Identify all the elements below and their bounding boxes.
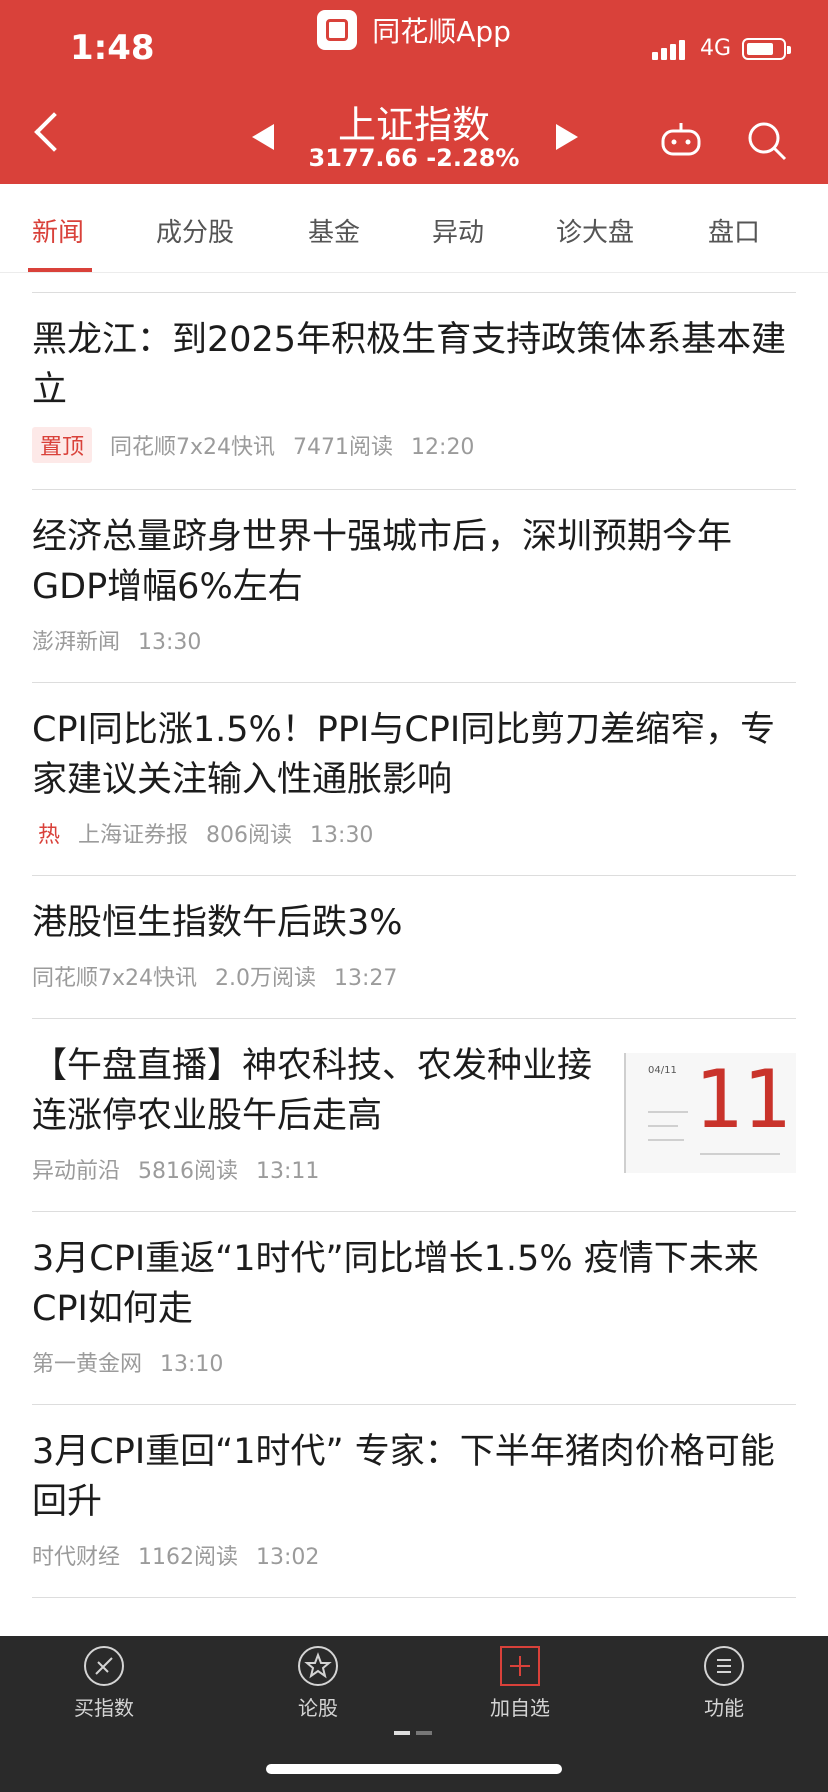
news-item[interactable]: CPI同比涨1.5%！PPI与CPI同比剪刀差缩窄，专家建议关注输入性通胀影响 … [32, 682, 796, 875]
thumbnail-stroke [700, 1153, 780, 1155]
page-indicator [394, 1720, 438, 1739]
thumbnail-stroke [648, 1139, 684, 1141]
news-time: 13:10 [160, 1352, 224, 1377]
index-quote: 3177.66 -2.28% [308, 144, 520, 172]
news-meta: 时代财经 1162阅读 13:02 [32, 1527, 796, 1597]
news-reads: 2.0万阅读 [215, 966, 317, 991]
header: 1:48 同花顺App 4G 上证指数 3177.66 -2.28% [0, 0, 828, 184]
menu-icon [704, 1646, 744, 1686]
news-item[interactable]: 3月CPI重回“1时代” 专家：下半年猪肉价格可能回升 时代财经 1162阅读 13… [32, 1404, 796, 1598]
news-list: 黑龙江：到2025年积极生育支持政策体系基本建立 置顶 同花顺7x24快讯 7471… [0, 292, 828, 1598]
tab-bar: 新闻 成分股 基金 异动 诊大盘 盘口 [0, 184, 828, 273]
news-title: 3月CPI重回“1时代” 专家：下半年猪肉价格可能回升 [32, 1432, 775, 1522]
nav-discuss[interactable]: 论股 [248, 1646, 388, 1721]
nav-label: 功能 [704, 1696, 744, 1720]
app-logo-icon [317, 10, 358, 50]
news-time: 13:02 [256, 1545, 320, 1570]
robot-icon[interactable] [660, 122, 702, 156]
news-reads: 7471阅读 [293, 435, 394, 460]
news-title: 【午盘直播】神农科技、农发种业接连涨停农业股午后走高 [32, 1046, 593, 1136]
thumbnail-stroke [648, 1111, 688, 1113]
news-meta: 热上海证券报 806阅读 13:30 [32, 805, 796, 875]
news-reads: 5816阅读 [138, 1159, 239, 1184]
news-item[interactable]: 3月CPI重返“1时代”同比增长1.5% 疫情下未来CPI如何走 第一黄金网 13… [32, 1211, 796, 1404]
thumbnail-date: 04/11 [648, 1065, 677, 1076]
pinned-badge: 置顶 [32, 427, 93, 463]
index-title: 上证指数 [337, 103, 490, 147]
add-watchlist-icon [500, 1646, 540, 1686]
discuss-icon [298, 1646, 338, 1686]
nav-buy-index[interactable]: 买指数 [34, 1646, 174, 1721]
tab-diagnosis[interactable]: 诊大盘 [556, 212, 634, 249]
news-time: 13:11 [256, 1159, 320, 1184]
hot-badge: 热 [38, 823, 61, 848]
thumbnail-stroke [648, 1125, 678, 1127]
news-meta: 同花顺7x24快讯 2.0万阅读 13:27 [32, 948, 796, 1018]
tab-funds[interactable]: 基金 [308, 212, 360, 249]
news-time: 13:30 [310, 823, 374, 848]
news-source: 同花顺7x24快讯 [32, 966, 198, 991]
news-source: 澎湃新闻 [32, 630, 121, 655]
next-index-icon[interactable] [556, 124, 578, 150]
tab-movers[interactable]: 异动 [432, 212, 484, 249]
news-item[interactable]: 黑龙江：到2025年积极生育支持政策体系基本建立 置顶 同花顺7x24快讯 7471… [32, 292, 796, 489]
news-title: 港股恒生指数午后跌3% [32, 903, 403, 943]
active-tab-indicator [28, 268, 92, 272]
battery-icon [742, 38, 791, 60]
news-reads: 806阅读 [206, 823, 293, 848]
network-label: 4G [700, 36, 732, 61]
nav-label: 买指数 [74, 1696, 134, 1720]
news-time: 13:30 [138, 630, 202, 655]
search-icon[interactable] [746, 120, 788, 162]
news-time: 13:27 [334, 966, 398, 991]
home-indicator[interactable] [266, 1764, 562, 1774]
news-source: 第一黄金网 [32, 1352, 143, 1377]
news-title: 经济总量跻身世界十强城市后，深圳预期今年GDP增幅6%左右 [32, 517, 733, 607]
news-item[interactable]: 经济总量跻身世界十强城市后，深圳预期今年GDP增幅6%左右 澎湃新闻 13:30 [32, 489, 796, 682]
nav-label: 论股 [298, 1696, 338, 1720]
signal-icon [652, 38, 692, 60]
news-meta: 第一黄金网 13:10 [32, 1334, 796, 1404]
news-source: 同花顺7x24快讯 [110, 435, 276, 460]
nav-add-watchlist[interactable]: 加自选 [450, 1646, 590, 1721]
tab-constituents[interactable]: 成分股 [156, 212, 234, 249]
news-thumbnail[interactable]: 04/11 11 [624, 1053, 796, 1173]
news-reads: 1162阅读 [138, 1545, 239, 1570]
news-source: 异动前沿 [32, 1159, 121, 1184]
news-item[interactable]: 【午盘直播】神农科技、农发种业接连涨停农业股午后走高 异动前沿 5816阅读 13:… [32, 1018, 796, 1211]
news-meta: 澎湃新闻 13:30 [32, 612, 796, 682]
thumbnail-day: 11 [694, 1053, 791, 1146]
news-source: 上海证券报 [78, 823, 189, 848]
news-title: CPI同比涨1.5%！PPI与CPI同比剪刀差缩窄，专家建议关注输入性通胀影响 [32, 710, 776, 800]
news-title: 3月CPI重返“1时代”同比增长1.5% 疫情下未来CPI如何走 [32, 1239, 759, 1329]
buy-index-icon [84, 1646, 124, 1686]
app-name: 同花顺App [372, 15, 511, 48]
news-title: 黑龙江：到2025年积极生育支持政策体系基本建立 [32, 320, 787, 410]
news-source: 时代财经 [32, 1545, 121, 1570]
news-time: 12:20 [411, 435, 475, 460]
news-meta: 置顶 同花顺7x24快讯 7471阅读 12:20 [32, 415, 796, 489]
tab-news[interactable]: 新闻 [32, 212, 84, 249]
nav-label: 加自选 [490, 1696, 550, 1720]
nav-functions[interactable]: 功能 [654, 1646, 794, 1721]
news-item[interactable]: 港股恒生指数午后跌3% 同花顺7x24快讯 2.0万阅读 13:27 [32, 875, 796, 1018]
tab-order-book[interactable]: 盘口 [708, 212, 760, 249]
